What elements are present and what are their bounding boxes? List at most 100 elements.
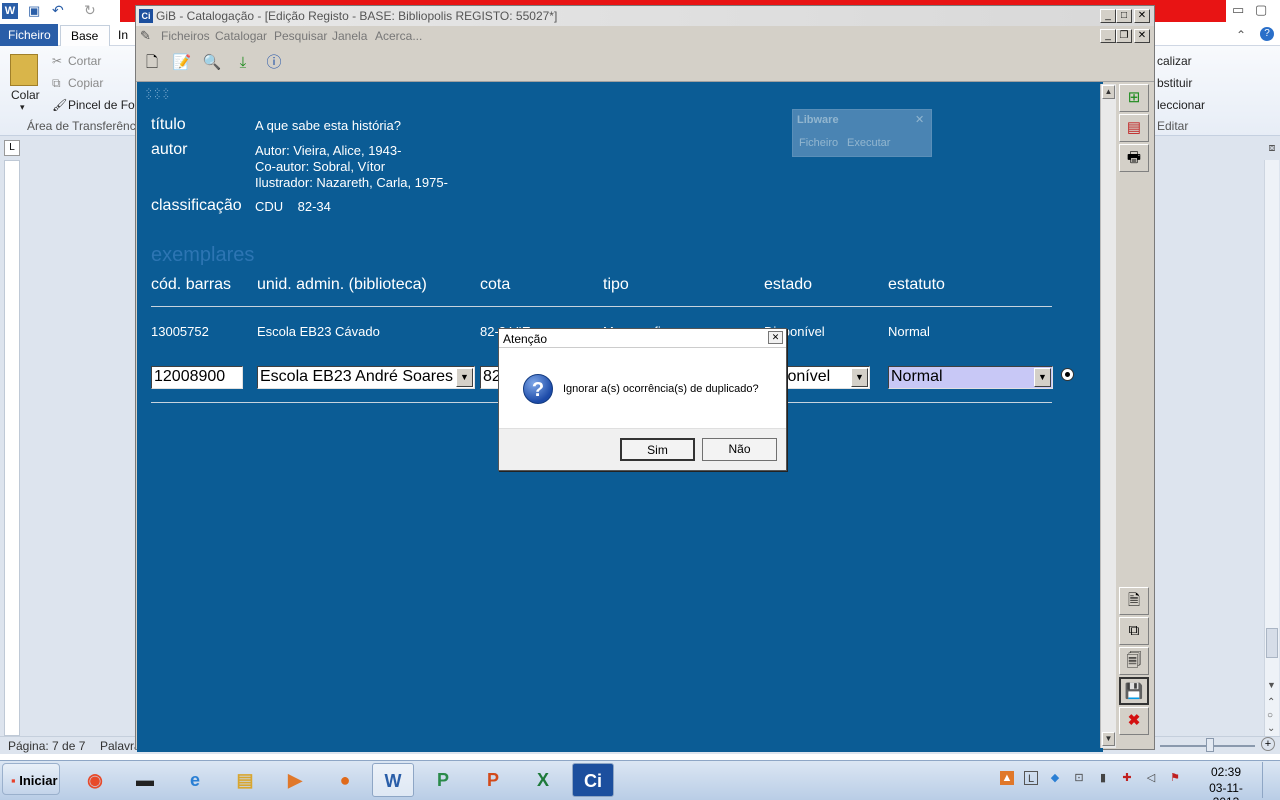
format-painter-button[interactable]: Pincel de For [68, 98, 139, 112]
menu-acerca[interactable]: Acerca... [375, 29, 422, 43]
chevron-down-icon[interactable]: ▼ [1034, 368, 1051, 387]
internet-explorer-icon[interactable]: e [174, 763, 216, 797]
libware-close-icon[interactable]: ✕ [915, 113, 924, 126]
firefox-icon[interactable]: ● [324, 763, 366, 797]
no-button[interactable]: Não [702, 438, 777, 461]
next-page-icon[interactable]: ⌄ [1267, 723, 1275, 734]
word-minimize-button[interactable]: ▭ [1232, 2, 1248, 18]
ruler-toggle-icon[interactable]: ⧈ [1265, 142, 1279, 158]
redo-icon[interactable]: ↻ [84, 2, 96, 19]
estatuto-select[interactable]: Normal ▼ [888, 366, 1053, 389]
word-app-icon[interactable]: W [2, 3, 18, 19]
tab-ficheiro[interactable]: Ficheiro [0, 24, 58, 46]
document-icon[interactable]: 🗎 [1119, 587, 1149, 615]
find-button[interactable]: calizar [1157, 54, 1192, 68]
show-desktop-button[interactable] [1262, 762, 1278, 798]
save-record-icon[interactable]: 💾 [1119, 677, 1149, 705]
tab-selector-icon[interactable]: L [4, 140, 20, 156]
word-vertical-scrollbar[interactable]: ▼ ⌃ ○ ⌄ [1264, 160, 1279, 736]
gib-scroll-down-icon[interactable]: ▼ [1102, 732, 1115, 746]
yes-button[interactable]: Sim [620, 438, 695, 461]
dialog-close-icon[interactable]: ✕ [768, 331, 783, 344]
scroll-down-arrow-icon[interactable]: ▼ [1267, 680, 1276, 690]
alert-icon[interactable]: ✚ [1120, 771, 1134, 785]
new-doc-icon[interactable]: 🗋 [140, 51, 164, 75]
add-record-icon[interactable]: ⊞ [1119, 84, 1149, 112]
gib-scroll-up-icon[interactable]: ▲ [1102, 85, 1115, 99]
expand-ribbon-icon[interactable]: ⌃ [1236, 28, 1246, 42]
gib-minimize-button[interactable]: _ [1100, 9, 1116, 23]
tab-base[interactable]: Base [60, 25, 110, 47]
format-painter-icon[interactable]: 🖌 [52, 98, 67, 112]
child-restore-button[interactable]: ❐ [1116, 29, 1132, 43]
previous-page-icon[interactable]: ⌃ [1267, 697, 1275, 708]
network-icon[interactable]: ⊡ [1072, 771, 1086, 785]
undo-icon[interactable]: ↶ [52, 2, 64, 19]
file-explorer-icon[interactable]: ▤ [224, 763, 266, 797]
gib-app-icon[interactable]: Ci [139, 9, 153, 23]
word-taskbar-icon[interactable]: W [372, 763, 414, 797]
tray-app-icon[interactable]: ▲ [1000, 771, 1014, 785]
child-minimize-button[interactable]: _ [1100, 29, 1116, 43]
paste-dropdown-icon[interactable]: ▾ [20, 102, 25, 113]
search-icon[interactable]: 🔍 [200, 51, 224, 75]
print-icon[interactable]: 🖶 [1119, 144, 1149, 172]
dropbox-icon[interactable]: ◆ [1048, 771, 1062, 785]
media-device-icon[interactable]: ▬ [124, 763, 166, 797]
gib-vertical-scrollbar[interactable]: ▲ ▼ [1100, 84, 1116, 748]
libware-tray-icon[interactable]: L [1024, 771, 1038, 785]
help-icon[interactable]: ⓘ [262, 51, 286, 75]
word-scroll-thumb[interactable] [1266, 628, 1278, 658]
edit-doc-icon[interactable]: 📝 [170, 51, 194, 75]
download-icon[interactable]: ⤓ [231, 51, 255, 75]
libware-menu-executar[interactable]: Executar [847, 137, 890, 149]
chevron-down-icon[interactable]: ▼ [851, 368, 868, 387]
libware-menu-ficheiro[interactable]: Ficheiro [799, 137, 838, 149]
start-button[interactable]: ▪ Iniciar [2, 763, 60, 795]
cut-button[interactable]: Cortar [68, 54, 101, 68]
copy-icon[interactable]: ⧉ [52, 76, 61, 91]
cut-icon[interactable]: ✂ [52, 54, 62, 68]
paste-icon[interactable] [10, 54, 38, 86]
copy-button[interactable]: Copiar [68, 76, 103, 90]
select-button[interactable]: leccionar [1157, 98, 1205, 112]
chevron-down-icon[interactable]: ▼ [456, 368, 473, 387]
excel-icon[interactable]: X [522, 763, 564, 797]
signal-icon[interactable]: ▮ [1096, 771, 1110, 785]
browse-object-icon[interactable]: ○ [1267, 710, 1273, 721]
menu-pesquisar[interactable]: Pesquisar [274, 29, 327, 43]
volume-icon[interactable]: ◁ [1144, 771, 1158, 785]
word-help-icon[interactable]: ? [1260, 27, 1274, 41]
page-indicator[interactable]: Página: 7 de 7 [8, 739, 85, 753]
mdi-child-icon[interactable]: ✎ [140, 28, 151, 44]
zoom-slider-thumb[interactable] [1206, 738, 1214, 752]
preview-icon[interactable]: 🗐 [1119, 647, 1149, 675]
tab-insert-fragment[interactable]: In [118, 28, 128, 42]
media-player-icon[interactable]: ▶ [274, 763, 316, 797]
remove-record-icon[interactable]: ▤ [1119, 114, 1149, 142]
menu-ficheiros[interactable]: Ficheiros [161, 29, 210, 43]
child-close-button[interactable]: ✕ [1134, 29, 1150, 43]
publisher-icon[interactable]: P [422, 763, 464, 797]
powerpoint-icon[interactable]: P [472, 763, 514, 797]
save-icon[interactable]: ▣ [28, 3, 44, 19]
library-select[interactable]: Escola EB23 André Soares ▼ [257, 366, 475, 389]
clock-date[interactable]: 03-11-2013 [1196, 781, 1256, 800]
libware-floating-window[interactable]: Libware ✕ Ficheiro Executar [792, 109, 932, 157]
clock-time[interactable]: 02:39 [1208, 765, 1244, 779]
gib-close-button[interactable]: ✕ [1134, 9, 1150, 23]
gib-maximize-button[interactable]: □ [1116, 9, 1132, 23]
zoom-in-icon[interactable]: + [1261, 737, 1275, 751]
menu-catalogar[interactable]: Catalogar [215, 29, 267, 43]
menu-janela[interactable]: Janela [332, 29, 367, 43]
row-select-radio[interactable] [1061, 368, 1074, 381]
paste-button[interactable]: Colar [11, 88, 40, 102]
barcode-input[interactable]: 12008900 [151, 366, 243, 389]
gib-taskbar-icon[interactable]: Ci [572, 763, 614, 797]
flag-icon[interactable]: ⚑ [1168, 771, 1182, 785]
replace-button[interactable]: bstituir [1157, 76, 1192, 90]
word-maximize-button[interactable]: ▢ [1255, 2, 1271, 18]
chrome-icon[interactable]: ◉ [74, 763, 116, 797]
copy-record-icon[interactable]: ⧉ [1119, 617, 1149, 645]
cancel-record-icon[interactable]: ✖ [1119, 707, 1149, 735]
